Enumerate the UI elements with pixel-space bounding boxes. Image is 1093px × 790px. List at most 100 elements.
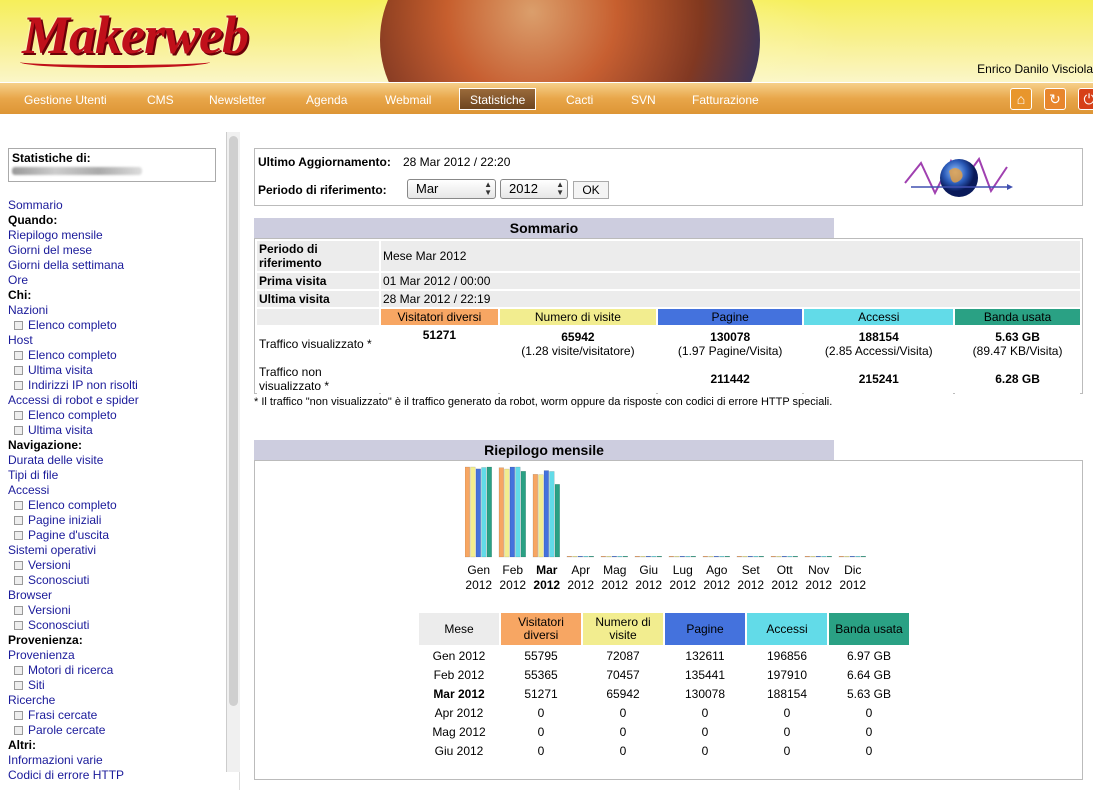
x-tick-month: Dic — [844, 563, 861, 577]
sidebar-sublink[interactable]: Ultima visita — [8, 423, 223, 438]
nav-newsletter[interactable]: Newsletter — [209, 89, 266, 111]
year-select[interactable]: 2012 ▲ ▼ — [500, 179, 568, 199]
nav-gestione-utenti[interactable]: Gestione Utenti — [24, 89, 107, 111]
sidebar-sublink[interactable]: Pagine d'uscita — [8, 528, 223, 543]
sidebar-link[interactable]: Codici di errore HTTP — [8, 768, 223, 783]
sidebar-entry-label: Ultima visita — [28, 423, 93, 437]
mcol-pages: Pagine — [665, 613, 745, 645]
sidebar-sublink[interactable]: Versioni — [8, 558, 223, 573]
sidebar-link[interactable]: Ore — [8, 273, 223, 288]
table-row: Apr 2012 0 0 0 0 0 — [419, 704, 909, 721]
summary-table: Periodo di riferimento Mese Mar 2012 Pri… — [255, 239, 1082, 397]
sidebar-sublink[interactable]: Motori di ricerca — [8, 663, 223, 678]
col-hits: Accessi — [804, 309, 954, 325]
sidebar-link[interactable]: Sistemi operativi — [8, 543, 223, 558]
nav-fatturazione[interactable]: Fatturazione — [692, 89, 759, 111]
sidebar-entry-label: Versioni — [28, 558, 71, 572]
list-bullet-icon — [14, 351, 23, 360]
bar-hits-ott — [787, 555, 793, 558]
bar-hits-ago — [719, 555, 725, 558]
sidebar-sublink[interactable]: Elenco completo — [8, 348, 223, 363]
nav-agenda[interactable]: Agenda — [306, 89, 347, 111]
list-bullet-icon — [14, 621, 23, 630]
month-select[interactable]: Mar ▲ ▼ — [407, 179, 496, 199]
ok-button[interactable]: OK — [573, 181, 609, 199]
sidebar-entry-label: Durata delle visite — [8, 453, 104, 467]
bar-visits-ago — [708, 555, 714, 558]
sidebar-link[interactable]: Informazioni varie — [8, 753, 223, 768]
table-cell: 5.63 GB — [846, 686, 892, 701]
sidebar-link[interactable]: Host — [8, 333, 223, 348]
nav-svn[interactable]: SVN — [631, 89, 656, 111]
sidebar-entry-label: Giorni del mese — [8, 243, 93, 257]
sidebar-sublink[interactable]: Sconosciuti — [8, 573, 223, 588]
traffic-footnote: * Il traffico "non visualizzato" è il tr… — [254, 396, 833, 408]
sidebar-sublink[interactable]: Elenco completo — [8, 318, 223, 333]
nav-cms[interactable]: CMS — [147, 89, 174, 111]
table-cell: 55365 — [524, 667, 558, 682]
sidebar-entry-label: Informazioni varie — [8, 753, 103, 767]
sidebar-link[interactable]: Nazioni — [8, 303, 223, 318]
x-tick-month: Lug — [673, 563, 693, 577]
sidebar-link[interactable]: Provenienza — [8, 648, 223, 663]
sidebar-link[interactable]: Browser — [8, 588, 223, 603]
nav-statistiche[interactable]: Statistiche — [459, 88, 537, 110]
sidebar-sublink[interactable]: Parole cercate — [8, 723, 223, 738]
sidebar-sublink[interactable]: Pagine iniziali — [8, 513, 223, 528]
nav-webmail[interactable]: Webmail — [385, 89, 431, 111]
sidebar-link[interactable]: Giorni del mese — [8, 243, 223, 258]
sidebar-section-heading: Navigazione: — [8, 438, 223, 453]
sidebar-scrollbar[interactable] — [226, 132, 240, 772]
period-label: Periodo di riferimento: — [258, 183, 387, 197]
sidebar-sublink[interactable]: Versioni — [8, 603, 223, 618]
sidebar-entry-label: Elenco completo — [28, 408, 117, 422]
sidebar-link[interactable]: Accessi di robot e spider — [8, 393, 223, 408]
power-icon[interactable]: ⏻ — [1078, 88, 1093, 110]
viewed-bandwidth: 5.63 GB — [995, 330, 1040, 344]
sidebar-sublink[interactable]: Indirizzi IP non risolti — [8, 378, 223, 393]
sidebar: Statistiche di: Sommario Quando: Riepilogo… — [0, 132, 240, 790]
bar-pages-nov — [815, 555, 821, 558]
list-bullet-icon — [14, 666, 23, 675]
sidebar-sublink[interactable]: Sconosciuti — [8, 618, 223, 633]
sidebar-link[interactable]: Giorni della settimana — [8, 258, 223, 273]
sidebar-link[interactable]: Sommario — [8, 198, 223, 213]
table-cell: 197910 — [766, 667, 808, 682]
viewed-visits-cell: 65942 (1.28 visite/visitatore) — [499, 327, 656, 361]
table-cell: 72087 — [606, 648, 640, 663]
table-cell: Mar 2012 — [433, 686, 485, 701]
x-tick-month: Ago — [706, 563, 728, 577]
notviewed-traffic-label: Traffico non visualizzato * — [257, 363, 379, 395]
list-bullet-icon — [14, 411, 23, 420]
sidebar-sublink[interactable]: Ultima visita — [8, 363, 223, 378]
list-bullet-icon — [14, 681, 23, 690]
sidebar-link[interactable]: Accessi — [8, 483, 223, 498]
sidebar-sublink[interactable]: Elenco completo — [8, 408, 223, 423]
table-cell: 55795 — [524, 648, 558, 663]
sidebar-sublink[interactable]: Frasi cercate — [8, 708, 223, 723]
sidebar-entry-label: Ore — [8, 273, 29, 287]
bar-hits-nov — [821, 555, 827, 558]
scrollbar-thumb[interactable] — [229, 136, 238, 706]
sidebar-link[interactable]: Riepilogo mensile — [8, 228, 223, 243]
sidebar-link[interactable]: Tipi di file — [8, 468, 223, 483]
viewed-hits: 188154 — [858, 330, 899, 344]
x-tick-year: 2012 — [567, 578, 594, 592]
table-cell: 135441 — [684, 667, 726, 682]
bar-visits-lug — [674, 555, 680, 558]
bar-visits-apr — [572, 555, 578, 558]
select-arrows-icon: ▲ ▼ — [484, 180, 492, 197]
sidebar-sublink[interactable]: Siti — [8, 678, 223, 693]
viewed-visits: 65942 — [561, 330, 595, 344]
nav-cacti[interactable]: Cacti — [566, 89, 593, 111]
bar-pages-feb — [509, 466, 515, 558]
bar-hits-feb — [515, 466, 521, 558]
bar-hits-set — [753, 555, 759, 558]
refresh-icon[interactable]: ↻ — [1044, 88, 1066, 110]
sidebar-link[interactable]: Durata delle visite — [8, 453, 223, 468]
sidebar-sublink[interactable]: Elenco completo — [8, 498, 223, 513]
home-icon[interactable]: ⌂ — [1010, 88, 1032, 110]
main-nav: Gestione Utenti CMS Newsletter Agenda We… — [0, 82, 1093, 114]
sidebar-link[interactable]: Ricerche — [8, 693, 223, 708]
table-cell: Gen 2012 — [432, 648, 486, 663]
